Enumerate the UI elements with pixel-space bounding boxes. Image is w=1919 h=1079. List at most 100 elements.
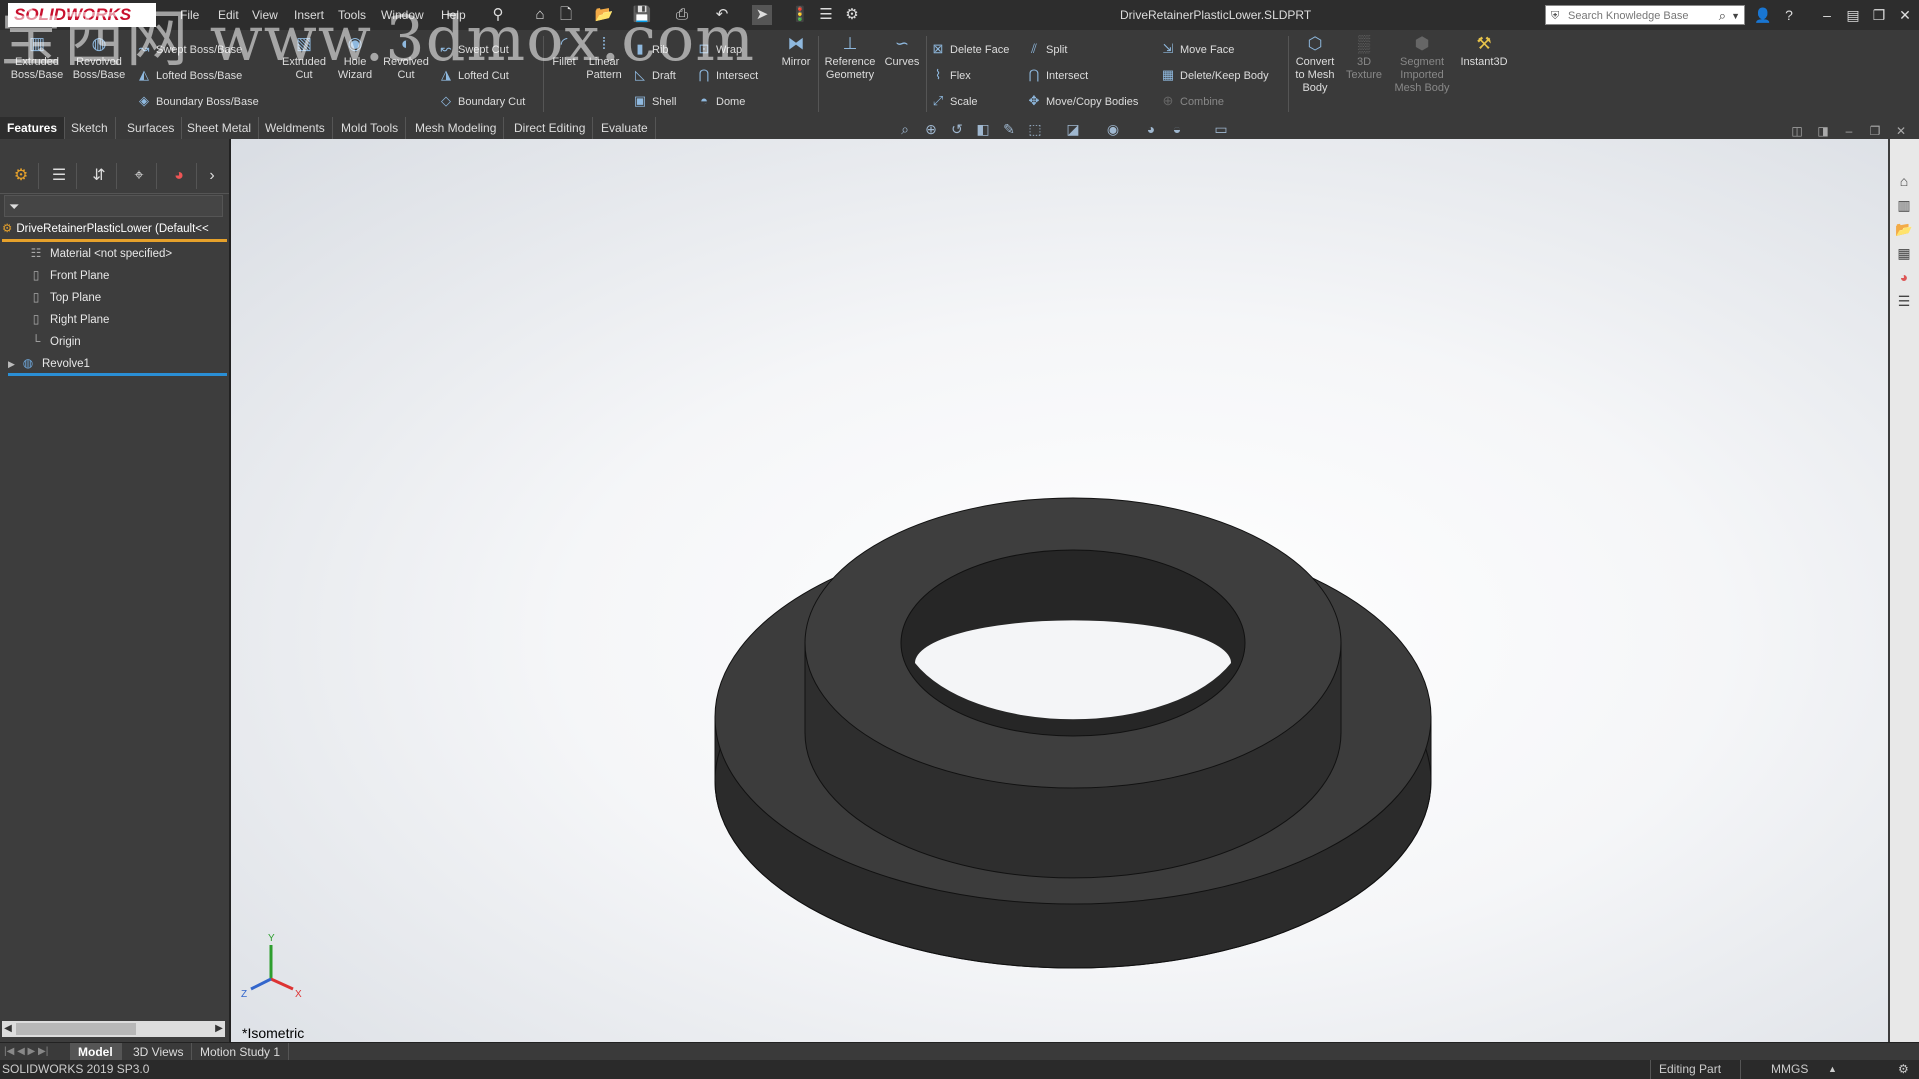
move-face-button[interactable]: ⇲ Move Face: [1160, 40, 1235, 58]
segment-mesh-button[interactable]: ⬢ Segment Imported Mesh Body: [1392, 34, 1452, 95]
solidworks-resources-icon[interactable]: ⌂: [1894, 171, 1914, 191]
edit-appearance-icon[interactable]: ◕: [1141, 119, 1161, 139]
tab-sheet-metal[interactable]: Sheet Metal: [180, 117, 260, 139]
dimxpert-manager-tab-icon[interactable]: ⌖: [122, 163, 157, 189]
segment-mesh-label: Segment Imported Mesh Body: [1394, 56, 1450, 94]
search-scope-icon: ⛨: [1551, 10, 1560, 22]
tree-item-label: Revolve1: [42, 358, 90, 370]
status-bar: SOLIDWORKS 2019 SP3.0 Editing Part MMGS …: [0, 1060, 1919, 1079]
mirror-button[interactable]: ⧓ Mirror: [776, 34, 816, 69]
ribbon-separator: [926, 36, 927, 112]
display-style-icon[interactable]: ◪: [1063, 119, 1083, 139]
chevron-right-icon[interactable]: ›: [200, 163, 224, 189]
delete-face-button[interactable]: ⊠ Delete Face: [930, 40, 1010, 58]
shell-button[interactable]: ▣ Shell: [632, 92, 677, 110]
design-library-icon[interactable]: ▥: [1894, 195, 1914, 215]
texture-icon: ▒: [1357, 34, 1371, 53]
chevron-up-icon[interactable]: ▲: [1828, 1060, 1837, 1079]
hide-show-items-icon[interactable]: ◉: [1103, 119, 1123, 139]
tab-scroll-icons[interactable]: |◀ ◀ ▶ ▶|: [4, 1046, 48, 1057]
viewport-minimize-icon[interactable]: –: [1840, 122, 1858, 140]
flex-button[interactable]: ⌇ Flex: [930, 66, 971, 84]
viewport-split-left-icon[interactable]: ◫: [1788, 122, 1806, 140]
file-properties-icon[interactable]: ☰: [816, 5, 836, 25]
scrollbar-thumb[interactable]: [16, 1023, 136, 1035]
tab-surfaces[interactable]: Surfaces: [120, 117, 183, 139]
segment-mesh-icon: ⬢: [1414, 34, 1430, 53]
move-copy-bodies-button[interactable]: ✥ Move/Copy Bodies: [1026, 92, 1139, 110]
gear-icon[interactable]: ⚙: [842, 5, 862, 25]
property-manager-tab-icon[interactable]: ☰: [42, 163, 77, 189]
appearances-icon[interactable]: ◕: [1894, 267, 1914, 287]
tab-mold-tools[interactable]: Mold Tools: [334, 117, 407, 139]
tree-item-right-plane[interactable]: ▯ Right Plane: [28, 309, 110, 329]
3d-texture-button[interactable]: ▒ 3D Texture: [1340, 34, 1388, 82]
scroll-right-icon[interactable]: ▶: [213, 1021, 225, 1037]
combine-button[interactable]: ⊕ Combine: [1160, 92, 1224, 110]
curves-button[interactable]: ∽ Curves: [880, 34, 924, 69]
delete-keep-body-button[interactable]: ▦ Delete/Keep Body: [1160, 66, 1269, 84]
curves-label: Curves: [884, 56, 920, 68]
tree-item-front-plane[interactable]: ▯ Front Plane: [28, 265, 110, 285]
tab-direct-editing[interactable]: Direct Editing: [507, 117, 594, 139]
notifications-icon[interactable]: ⚙: [1898, 1060, 1909, 1079]
view-settings-icon[interactable]: ▭: [1211, 119, 1231, 139]
configuration-manager-tab-icon[interactable]: ⇵: [82, 163, 117, 189]
tab-features[interactable]: Features: [0, 117, 66, 139]
apply-scene-icon[interactable]: ◒: [1167, 119, 1187, 139]
instant3d-button[interactable]: ⚒ Instant3D: [1456, 34, 1512, 69]
tree-filter-input[interactable]: ⏷: [4, 195, 223, 217]
minimize-button[interactable]: –: [1816, 4, 1838, 26]
dome-button[interactable]: ◓ Dome: [696, 92, 745, 110]
search-icon[interactable]: ⌕: [1719, 6, 1726, 26]
editing-mode-label: Editing Part: [1650, 1060, 1721, 1079]
tab-3d-views[interactable]: 3D Views: [125, 1043, 193, 1061]
graphics-area[interactable]: Y X Z: [231, 139, 1888, 1042]
dynamic-annotation-icon[interactable]: ✎: [999, 119, 1019, 139]
tile-button[interactable]: ▤: [1842, 4, 1864, 26]
zoom-to-fit-icon[interactable]: ⌕: [895, 119, 915, 139]
tree-item-origin[interactable]: └ Origin: [28, 331, 81, 351]
tab-weldments[interactable]: Weldments: [258, 117, 333, 139]
split-button[interactable]: ⫽ Split: [1026, 40, 1067, 58]
scale-button[interactable]: ⤢ Scale: [930, 92, 978, 110]
tab-motion-study[interactable]: Motion Study 1: [192, 1043, 290, 1061]
viewport-restore-icon[interactable]: ❐: [1866, 122, 1884, 140]
view-orientation-icon[interactable]: ⬚: [1025, 119, 1045, 139]
scroll-left-icon[interactable]: ◀: [2, 1021, 14, 1037]
viewport-close-icon[interactable]: ✕: [1892, 122, 1910, 140]
tree-root-part[interactable]: ⚙ DriveRetainerPlasticLower (Default<<: [2, 219, 227, 242]
convert-to-mesh-button[interactable]: ⬡ Convert to Mesh Body: [1292, 34, 1338, 95]
boundary-boss-button[interactable]: ◈ Boundary Boss/Base: [136, 92, 259, 110]
tab-evaluate[interactable]: Evaluate: [594, 117, 656, 139]
tree-item-top-plane[interactable]: ▯ Top Plane: [28, 287, 101, 307]
search-knowledge-base-input[interactable]: ⛨ Search Knowledge Base ⌕ ▼: [1545, 5, 1745, 25]
feature-manager-tab-icon[interactable]: ⚙: [4, 163, 39, 189]
tree-item-revolve1[interactable]: ▶ ◍ Revolve1: [8, 353, 227, 376]
custom-properties-icon[interactable]: ☰: [1894, 291, 1914, 311]
tab-sketch[interactable]: Sketch: [64, 117, 116, 139]
tree-horizontal-scrollbar[interactable]: ◀ ▶: [2, 1021, 225, 1037]
view-palette-icon[interactable]: ▦: [1894, 243, 1914, 263]
chevron-down-icon[interactable]: ▼: [1731, 6, 1740, 26]
display-manager-tab-icon[interactable]: ◕: [162, 163, 197, 189]
restore-button[interactable]: ❐: [1868, 4, 1890, 26]
section-view-icon[interactable]: ◧: [973, 119, 993, 139]
previous-view-icon[interactable]: ↺: [947, 119, 967, 139]
intersect-body-button[interactable]: ⋂ Intersect: [1026, 66, 1089, 84]
viewport-split-right-icon[interactable]: ◨: [1814, 122, 1832, 140]
rebuild-icon[interactable]: 🚦: [790, 5, 810, 25]
zoom-to-area-icon[interactable]: ⊕: [921, 119, 941, 139]
boundary-cut-button[interactable]: ◇ Boundary Cut: [438, 92, 525, 110]
tree-item-material[interactable]: ☷ Material <not specified>: [28, 243, 173, 263]
close-button[interactable]: ✕: [1894, 4, 1916, 26]
help-icon[interactable]: ?: [1778, 4, 1800, 26]
tab-model[interactable]: Model: [70, 1043, 122, 1061]
expand-arrow-icon[interactable]: ▶: [8, 354, 20, 374]
tab-mesh-modeling[interactable]: Mesh Modeling: [408, 117, 505, 139]
reference-geometry-button[interactable]: ⊥ Reference Geometry: [822, 34, 878, 82]
file-explorer-icon[interactable]: 📂: [1894, 219, 1914, 239]
user-icon[interactable]: 👤: [1752, 4, 1774, 26]
dome-label: Dome: [716, 96, 746, 108]
unit-system-selector[interactable]: MMGS: [1740, 1060, 1808, 1079]
